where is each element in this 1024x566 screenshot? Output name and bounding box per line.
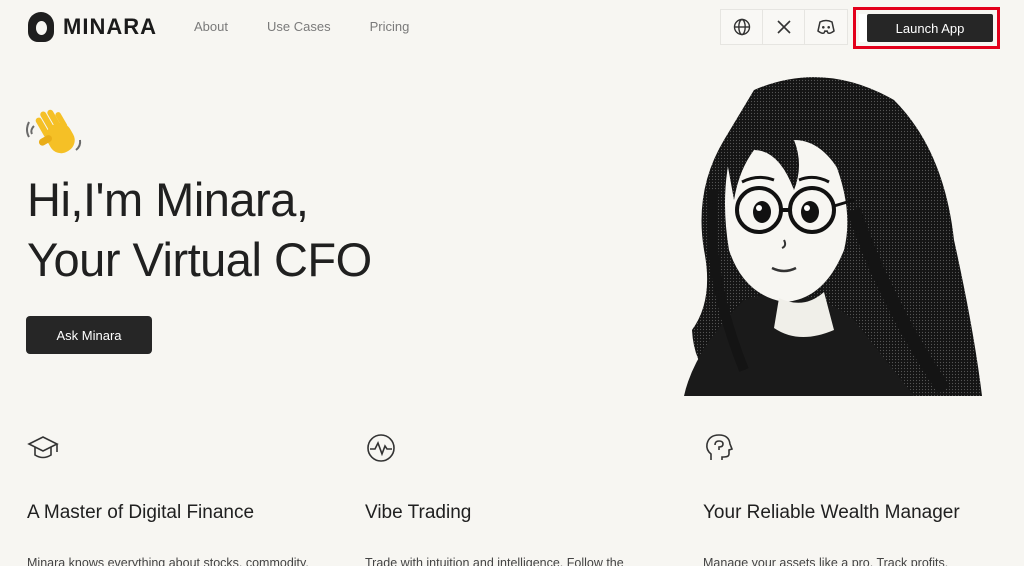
feature-title: A Master of Digital Finance	[27, 502, 255, 523]
feature-vibe-trading: Vibe Trading Trade with intuition and in…	[365, 432, 665, 566]
pulse-icon	[365, 432, 397, 464]
minara-portrait-image	[684, 70, 984, 398]
brand-logo[interactable]: MINARA	[28, 12, 157, 42]
top-header: MINARA About Use Cases Pricing Launch Ap…	[0, 0, 1024, 56]
landing-page: MINARA About Use Cases Pricing Launch Ap…	[0, 0, 1024, 566]
graduation-cap-icon	[27, 432, 59, 464]
nav-pricing[interactable]: Pricing	[370, 19, 410, 34]
header-icon-group	[720, 9, 848, 45]
nav-use-cases[interactable]: Use Cases	[267, 19, 331, 34]
discord-icon[interactable]	[805, 10, 847, 44]
ask-minara-button[interactable]: Ask Minara	[26, 316, 152, 354]
feature-title: Your Reliable Wealth Manager	[703, 502, 960, 523]
nav-about[interactable]: About	[194, 19, 228, 34]
waving-hand-icon	[26, 106, 84, 162]
main-nav: About Use Cases Pricing	[194, 19, 448, 34]
globe-icon[interactable]	[721, 10, 763, 44]
feature-text: Minara knows everything about stocks, co…	[27, 556, 309, 566]
hero-title: Hi,I'm Minara, Your Virtual CFO	[27, 170, 372, 290]
head-brain-icon	[703, 432, 735, 464]
feature-text: Manage your assets like a pro. Track pro…	[703, 556, 949, 566]
feature-digital-finance: A Master of Digital Finance Minara knows…	[27, 432, 327, 566]
feature-title: Vibe Trading	[365, 502, 472, 523]
x-logo-icon[interactable]	[763, 10, 805, 44]
feature-text: Trade with intuition and intelligence. F…	[365, 556, 624, 566]
minara-logo-icon	[28, 12, 54, 42]
hero-title-line-2: Your Virtual CFO	[27, 233, 372, 286]
hero-title-line-1: Hi,I'm Minara,	[27, 173, 309, 226]
launch-app-button[interactable]: Launch App	[867, 14, 993, 42]
feature-wealth-manager: Your Reliable Wealth Manager Manage your…	[703, 432, 1003, 566]
launch-app-notch	[859, 14, 867, 42]
brand-name: MINARA	[63, 14, 157, 39]
